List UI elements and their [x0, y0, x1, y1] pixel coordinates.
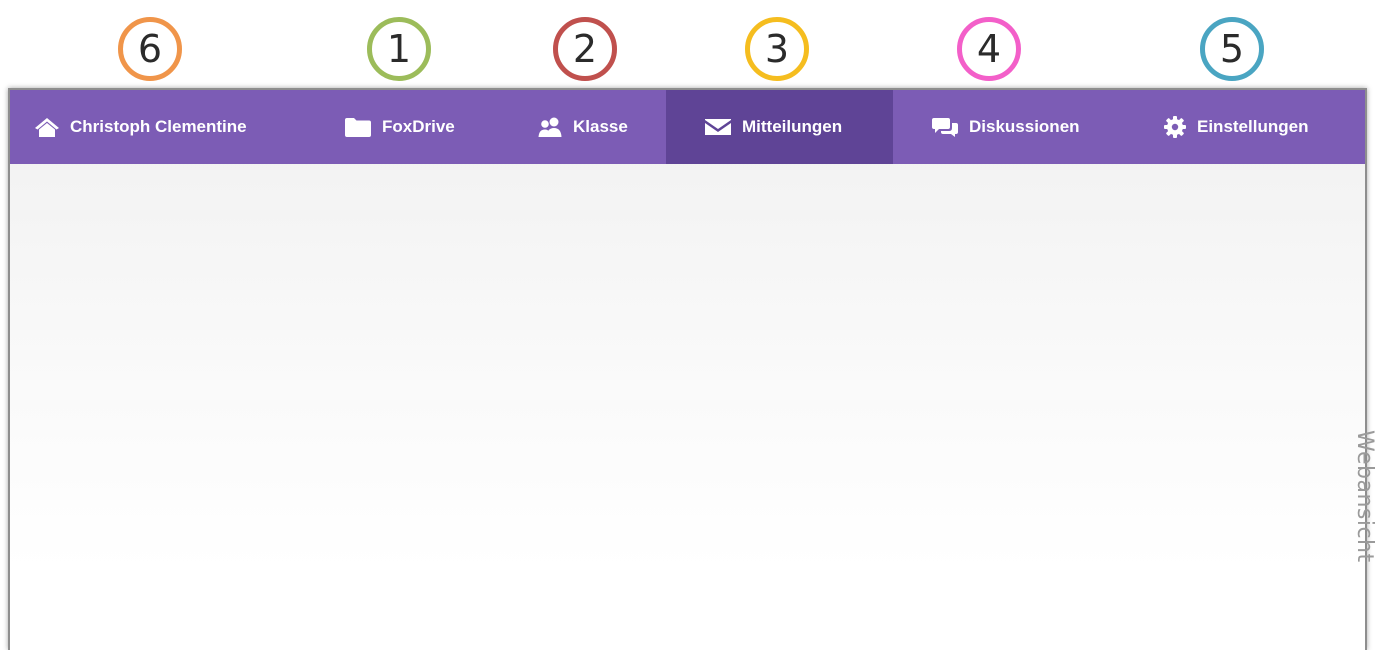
chat-icon [931, 116, 959, 138]
side-caption: Webansicht [1352, 430, 1375, 563]
nav-item-einstellungen[interactable]: Einstellungen [1123, 90, 1365, 164]
folder-icon [344, 116, 372, 138]
gear-icon [1163, 115, 1187, 139]
callout-number: 1 [386, 27, 412, 71]
nav-item-home[interactable]: Christoph Clementine [10, 90, 295, 164]
nav-item-foxdrive[interactable]: FoxDrive [295, 90, 486, 164]
callout-1: 1 [367, 17, 431, 81]
nav-item-klasse[interactable]: Klasse [486, 90, 666, 164]
callout-6: 6 [118, 17, 182, 81]
nav-item-label: Einstellungen [1197, 117, 1309, 136]
nav-item-diskussionen[interactable]: Diskussionen [893, 90, 1123, 164]
callout-number: 6 [137, 27, 163, 71]
callout-number: 3 [764, 27, 790, 71]
nav-item-label: Diskussionen [969, 117, 1080, 136]
nav-item-mitteilungen[interactable]: Mitteilungen [666, 90, 893, 164]
callout-number: 2 [572, 27, 598, 71]
nav-item-label: Christoph Clementine [70, 117, 247, 136]
callout-3: 3 [745, 17, 809, 81]
nav-item-label: FoxDrive [382, 117, 455, 136]
users-icon [537, 116, 563, 138]
envelope-icon [704, 117, 732, 137]
nav-item-label: Klasse [573, 117, 628, 136]
callout-5: 5 [1200, 17, 1264, 81]
callout-2: 2 [553, 17, 617, 81]
web-view-frame: Christoph Clementine FoxDrive Klasse Mit… [8, 88, 1367, 650]
callout-number: 4 [976, 27, 1002, 71]
nav-item-label: Mitteilungen [742, 117, 843, 136]
main-navbar: Christoph Clementine FoxDrive Klasse Mit… [10, 90, 1365, 164]
home-icon [34, 116, 60, 138]
callout-number: 5 [1219, 27, 1245, 71]
callout-4: 4 [957, 17, 1021, 81]
